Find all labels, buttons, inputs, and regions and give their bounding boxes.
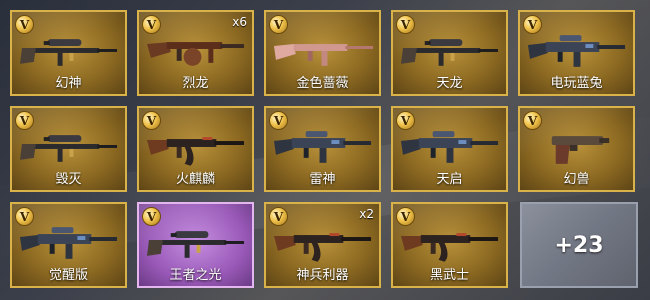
weapon-item-card[interactable]: V 幻兽 bbox=[518, 106, 635, 192]
sniper-rifle-icon bbox=[19, 39, 118, 66]
weapon-item-card[interactable]: V 金色蔷薇 bbox=[264, 10, 381, 96]
weapon-item-card[interactable]: V 王者之光 bbox=[137, 202, 254, 288]
weapon-item-card[interactable]: V 黑武士 bbox=[391, 202, 508, 288]
vip-badge-icon: V bbox=[523, 111, 542, 130]
sniper-rifle-icon bbox=[146, 231, 245, 258]
weapon-item-card[interactable]: V 觉醒版 bbox=[10, 202, 127, 288]
vip-badge-icon: V bbox=[142, 111, 161, 130]
vip-badge-icon: V bbox=[15, 111, 34, 130]
weapon-item-card[interactable]: Vx6 烈龙 bbox=[137, 10, 254, 96]
vip-badge-icon: V bbox=[15, 15, 34, 34]
vip-badge-icon: V bbox=[142, 207, 161, 226]
ak-rifle-icon bbox=[146, 137, 245, 166]
weapon-item-card[interactable]: V 幻神 bbox=[10, 10, 127, 96]
weapon-name-label: 王者之光 bbox=[169, 268, 222, 283]
sniper-rifle-icon bbox=[19, 135, 118, 162]
weapon-name-label: 烈龙 bbox=[182, 76, 209, 91]
weapon-item-card[interactable]: V 电玩蓝兔 bbox=[518, 10, 635, 96]
tommy-gun-icon bbox=[146, 42, 245, 66]
weapon-name-label: 黑武士 bbox=[429, 268, 469, 283]
item-count: x2 bbox=[359, 207, 374, 221]
pistol-icon bbox=[551, 136, 610, 164]
assault-rifle-icon bbox=[400, 131, 499, 163]
more-items-label: +23 bbox=[554, 232, 604, 258]
weapon-name-label: 电玩蓝兔 bbox=[550, 76, 603, 91]
vip-badge-icon: V bbox=[269, 111, 288, 130]
weapon-item-card[interactable]: V 天龙 bbox=[391, 10, 508, 96]
weapon-item-card[interactable]: Vx2 神兵利器 bbox=[264, 202, 381, 288]
weapon-item-card[interactable]: V 火麒麟 bbox=[137, 106, 254, 192]
weapon-item-card[interactable]: V 雷神 bbox=[264, 106, 381, 192]
assault-rifle-icon bbox=[273, 131, 372, 163]
weapon-name-label: 觉醒版 bbox=[48, 268, 88, 283]
weapon-name-label: 毁灭 bbox=[55, 172, 82, 187]
vip-badge-icon: V bbox=[396, 15, 415, 34]
weapon-name-label: 天启 bbox=[436, 172, 463, 187]
vip-badge-icon: V bbox=[269, 15, 288, 34]
weapon-item-card[interactable]: V 毁灭 bbox=[10, 106, 127, 192]
vip-badge-icon: V bbox=[523, 15, 542, 34]
ak-rifle-icon bbox=[400, 233, 499, 262]
weapon-name-label: 天龙 bbox=[436, 76, 463, 91]
vip-badge-icon: V bbox=[396, 207, 415, 226]
weapon-name-label: 雷神 bbox=[309, 172, 336, 187]
weapon-name-label: 幻神 bbox=[55, 76, 82, 91]
item-count: x6 bbox=[232, 15, 247, 29]
weapon-name-label: 神兵利器 bbox=[296, 268, 349, 283]
weapon-name-label: 金色蔷薇 bbox=[296, 76, 349, 91]
vip-badge-icon: V bbox=[396, 111, 415, 130]
weapon-name-label: 幻兽 bbox=[563, 172, 590, 187]
sniper-rifle-icon bbox=[400, 39, 499, 66]
more-items-tile[interactable]: +23 bbox=[520, 202, 638, 288]
rifle-icon bbox=[273, 44, 374, 66]
vip-badge-icon: V bbox=[142, 15, 161, 34]
assault-rifle-icon bbox=[19, 227, 118, 259]
weapon-item-card[interactable]: V 天启 bbox=[391, 106, 508, 192]
weapon-name-label: 火麒麟 bbox=[175, 172, 215, 187]
assault-rifle-icon bbox=[527, 35, 626, 67]
vip-badge-icon: V bbox=[15, 207, 34, 226]
vip-badge-icon: V bbox=[269, 207, 288, 226]
ak-rifle-icon bbox=[273, 233, 372, 262]
